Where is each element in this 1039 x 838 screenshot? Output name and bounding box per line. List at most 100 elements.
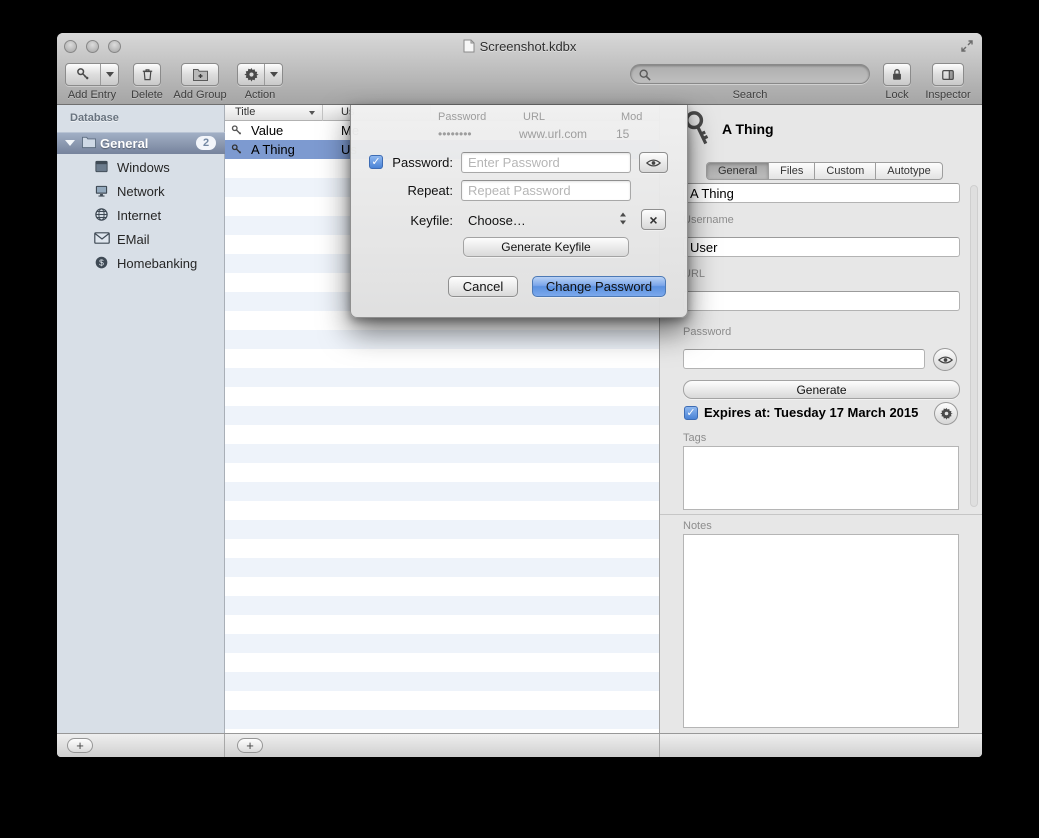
search-label: Search xyxy=(720,89,780,101)
notes-field[interactable] xyxy=(683,534,959,728)
sidebar-item-network[interactable]: Network xyxy=(57,179,225,203)
cell-title: A Thing xyxy=(251,142,295,157)
fullscreen-icon[interactable] xyxy=(960,39,974,53)
eye-icon xyxy=(646,158,661,168)
globe-icon xyxy=(94,207,109,227)
network-icon xyxy=(94,183,109,203)
keyfile-popup[interactable]: Choose… xyxy=(468,213,526,228)
new-password-input[interactable] xyxy=(461,152,631,173)
sheet-repeat-label: Repeat: xyxy=(351,183,453,198)
inspector-panel-icon xyxy=(940,68,956,82)
inspector-label: Inspector xyxy=(916,89,980,101)
titlebar: Screenshot.kdbx xyxy=(57,33,982,59)
popup-stepper-icon[interactable] xyxy=(619,211,627,231)
add-group-label: Add Group xyxy=(167,89,233,101)
action-label: Action xyxy=(237,89,283,101)
eye-icon xyxy=(938,355,953,365)
cell-title: Value xyxy=(251,123,283,138)
bottom-bar-divider xyxy=(659,734,660,757)
sheet-keyfile-label: Keyfile: xyxy=(351,213,453,228)
username-label: Username xyxy=(683,214,734,226)
column-header-title[interactable]: Title xyxy=(235,106,255,118)
sidebar-item-internet[interactable]: Internet xyxy=(57,203,225,227)
folder-icon xyxy=(81,135,97,154)
tab-general[interactable]: General xyxy=(707,163,769,179)
screen: Screenshot.kdbx Add Entry Delete xyxy=(0,0,1039,838)
sidebar-group-badge: 2 xyxy=(196,136,216,150)
add-entry-plus-button[interactable]: + xyxy=(237,738,263,753)
inspector-button[interactable] xyxy=(932,63,964,86)
sidebar-item-label: EMail xyxy=(117,232,150,247)
notes-label: Notes xyxy=(683,520,712,532)
sidebar-item-email[interactable]: EMail xyxy=(57,227,225,251)
username-field[interactable] xyxy=(683,237,960,257)
tab-custom[interactable]: Custom xyxy=(815,163,876,179)
repeat-password-input[interactable] xyxy=(461,180,631,201)
add-entry-label: Add Entry xyxy=(62,89,122,101)
delete-button[interactable] xyxy=(133,63,161,86)
expires-checkbox[interactable]: ✓ xyxy=(684,406,698,420)
sheet-password-label: Password: xyxy=(351,155,453,170)
generate-password-button[interactable]: Generate xyxy=(683,380,960,399)
show-password-button[interactable] xyxy=(933,348,957,371)
gear-icon xyxy=(940,407,953,420)
sidebar-section-header: Database xyxy=(70,112,119,124)
add-entry-dropdown[interactable] xyxy=(101,64,118,85)
password-field[interactable] xyxy=(683,349,925,369)
generate-label: Generate xyxy=(796,383,846,397)
sidebar-group-general[interactable]: General 2 xyxy=(57,132,225,154)
sidebar: Database General 2 Windows Network xyxy=(57,105,225,733)
ghost-password-cell: •••••••• xyxy=(438,127,472,141)
key-icon xyxy=(66,64,100,85)
ghost-password-column: Password xyxy=(438,111,486,123)
sidebar-item-label: Homebanking xyxy=(117,256,197,271)
password-label: Password xyxy=(683,326,731,338)
cancel-button[interactable]: Cancel xyxy=(448,276,518,297)
bottom-bar: + + xyxy=(57,733,982,757)
add-group-plus-button[interactable]: + xyxy=(67,738,93,753)
bottom-bar-divider xyxy=(224,734,225,757)
url-field[interactable] xyxy=(683,291,960,311)
folder-plus-icon xyxy=(192,67,209,82)
lock-button[interactable] xyxy=(883,63,911,86)
entry-title: A Thing xyxy=(722,121,774,137)
windows-icon xyxy=(94,159,109,179)
generate-keyfile-button[interactable]: Generate Keyfile xyxy=(463,237,629,257)
inspector-scrollbar[interactable] xyxy=(970,185,978,507)
action-dropdown[interactable] xyxy=(265,64,282,85)
sheet-show-password-button[interactable] xyxy=(639,152,668,173)
expires-settings-button[interactable] xyxy=(934,402,958,425)
column-divider[interactable] xyxy=(322,105,323,121)
add-group-button[interactable] xyxy=(181,63,219,86)
sort-descending-icon xyxy=(309,111,315,115)
app-window: Screenshot.kdbx Add Entry Delete xyxy=(57,33,982,757)
sidebar-item-windows[interactable]: Windows xyxy=(57,155,225,179)
inspector-tabs: General Files Custom Autotype xyxy=(706,162,943,180)
ghost-modified-cell: 15 xyxy=(616,127,629,141)
expires-label: Expires at: Tuesday 17 March 2015 xyxy=(704,405,918,420)
key-icon xyxy=(231,143,243,161)
ghost-modified-column: Mod xyxy=(621,111,642,123)
disclosure-triangle-icon[interactable] xyxy=(65,140,75,146)
document-icon xyxy=(463,39,475,53)
sidebar-item-homebanking[interactable]: $ Homebanking xyxy=(57,251,225,275)
trash-icon xyxy=(140,67,155,82)
sidebar-item-label: Internet xyxy=(117,208,161,223)
change-password-sheet: Password URL Mod •••••••• www.url.com 15… xyxy=(350,105,688,318)
ghost-url-cell: www.url.com xyxy=(519,127,587,141)
title-field[interactable] xyxy=(683,183,960,203)
tags-label: Tags xyxy=(683,432,706,444)
tags-field[interactable] xyxy=(683,446,959,510)
svg-text:$: $ xyxy=(99,258,104,268)
sidebar-item-label: Windows xyxy=(117,160,170,175)
add-entry-button[interactable] xyxy=(65,63,119,86)
gear-icon xyxy=(238,64,264,85)
generate-keyfile-label: Generate Keyfile xyxy=(501,240,590,254)
tab-files[interactable]: Files xyxy=(769,163,815,179)
tab-autotype[interactable]: Autotype xyxy=(876,163,941,179)
clear-keyfile-button[interactable]: × xyxy=(641,209,666,230)
change-password-button[interactable]: Change Password xyxy=(532,276,666,297)
search-input[interactable] xyxy=(630,64,870,84)
sidebar-group-label: General xyxy=(100,136,148,151)
action-button[interactable] xyxy=(237,63,283,86)
